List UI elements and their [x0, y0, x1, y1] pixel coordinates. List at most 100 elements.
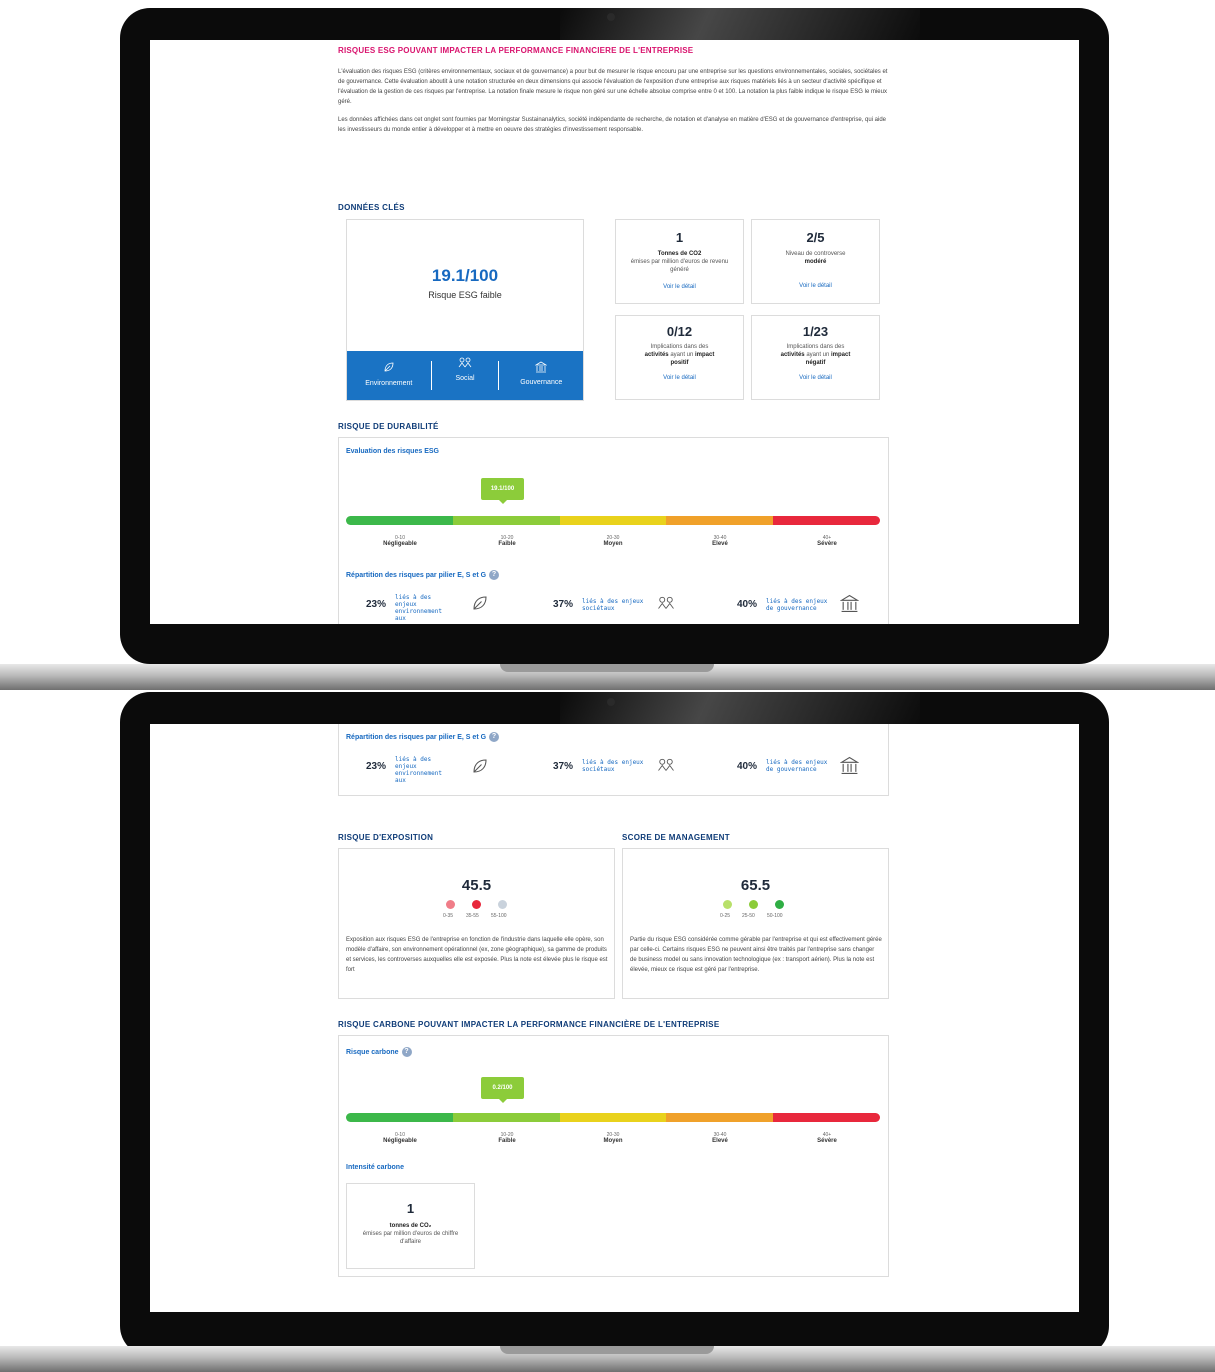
carbon-scale-label-4: 30-40 Elevé: [712, 1132, 728, 1144]
negative-impact-value: 1/23: [802, 324, 829, 339]
laptop-bottom: Répartition des risques par pilier E, S …: [0, 692, 1215, 1372]
bank-icon: [839, 756, 860, 780]
negative-bold2: impact: [831, 352, 851, 358]
camera-icon: [607, 13, 615, 21]
positive-text1: Implications dans des: [650, 344, 709, 350]
negative-text2: ayant un: [806, 352, 830, 358]
carbon-subtitle-text: Risque carbone: [346, 1048, 399, 1056]
positive-bold3: positif: [670, 360, 689, 366]
pillar-label-environment: Environnement: [365, 380, 413, 387]
pct-social-label: liés à des enjeux sociétaux: [582, 598, 644, 612]
exposure-value: 45.5: [461, 877, 492, 894]
pct-governance: 40%: [737, 599, 758, 610]
negative-impact-card: 1/23 Implications dans des activités aya…: [751, 315, 880, 400]
management-card: 65.5 0-25 25-50 50-100 Partie du risque …: [622, 848, 889, 999]
leaf-icon: [471, 594, 489, 617]
controversy-level: modéré: [804, 259, 827, 265]
pct-governance: 40%: [737, 761, 758, 772]
carbon-score-marker: 0.2/100: [481, 1077, 524, 1103]
pillar-tabs: Environnement Social Gouvernance: [347, 351, 583, 400]
laptop-notch: [500, 1346, 714, 1354]
intensity-title: Intensité carbone: [346, 1164, 404, 1171]
pillar-split-title-text: Répartition des risques par pilier E, S …: [346, 571, 487, 579]
pillar-split-title: Répartition des risques par pilier E, S …: [346, 732, 500, 742]
intensity-text: émises par million d'euros de chiffre d'…: [362, 1231, 459, 1245]
pct-environment: 23%: [366, 599, 387, 610]
scale-label-5: 40+ Sévère: [817, 535, 837, 547]
intensity-value: 1: [406, 1201, 415, 1216]
people-icon: [657, 758, 675, 778]
negative-bold1: activités: [780, 352, 805, 358]
camera-icon: [607, 698, 615, 706]
pillar-tab-social[interactable]: Social: [432, 351, 499, 400]
pct-social: 37%: [553, 599, 574, 610]
people-icon: [432, 357, 499, 371]
pct-environment: 23%: [366, 761, 387, 772]
exposure-dot-mid: [472, 900, 481, 909]
esg-score-marker: 19.1/100: [481, 478, 524, 504]
leaf-icon: [347, 361, 431, 376]
exposure-card: 45.5 0-35 35-55 55-100 Exposition aux ri…: [338, 848, 615, 999]
pct-governance-label: liés à des enjeux de gouvernance: [766, 598, 828, 612]
controversy-value: 2/5: [806, 230, 825, 245]
management-title: SCORE DE MANAGEMENT: [622, 833, 730, 842]
controversy-text: Niveau de controverse: [785, 251, 846, 257]
screen: Répartition des risques par pilier E, S …: [150, 724, 1079, 1312]
co2-text: émises par million d'euros de revenu gén…: [630, 259, 729, 273]
bank-icon: [499, 361, 583, 375]
esg-score-label: Risque ESG faible: [428, 290, 502, 300]
pillar-split-panel: Répartition des risques par pilier E, S …: [338, 724, 889, 796]
help-icon[interactable]: ?: [489, 570, 500, 580]
pillar-split-title-text: Répartition des risques par pilier E, S …: [346, 733, 487, 741]
exposure-dot-label-2: 35-55: [466, 913, 479, 919]
carbon-scale-bar: [346, 1113, 880, 1122]
pillar-split-title: Répartition des risques par pilier E, S …: [346, 570, 500, 580]
carbon-scale-label-3: 20-30 Moyen: [603, 1132, 623, 1144]
positive-detail-link[interactable]: Voir le détail: [616, 375, 743, 381]
scale-label-1: 0-10 Négligeable: [383, 535, 417, 547]
negative-text1: Implications dans des: [786, 344, 845, 350]
management-value: 65.5: [740, 877, 771, 894]
scale-label-2: 10-20 Faible: [498, 535, 516, 547]
durability-panel: Evaluation des risques ESG 19.1/100 0-10…: [338, 437, 889, 624]
pct-social-label: liés à des enjeux sociétaux: [582, 759, 644, 773]
positive-bold1: activités: [644, 352, 669, 358]
bank-icon: [839, 594, 860, 618]
exposure-dot-high: [498, 900, 507, 909]
pct-environment-label: liés à des enjeux environnement aux: [395, 594, 442, 622]
co2-detail-link[interactable]: Voir le détail: [616, 284, 743, 290]
help-icon[interactable]: ?: [489, 732, 500, 742]
esg-score-card: 19.1/100 Risque ESG faible Environnement…: [346, 219, 584, 401]
carbon-panel: Risque carbone? 0.2/100 0-10 Négligeable …: [338, 1035, 889, 1277]
negative-detail-link[interactable]: Voir le détail: [752, 375, 879, 381]
pct-governance-label: liés à des enjeux de gouvernance: [766, 759, 828, 773]
pillar-tab-environment[interactable]: Environnement: [347, 351, 431, 400]
management-dot-low: [723, 900, 732, 909]
co2-card: 1 Tonnes de CO2 émises par million d'euro…: [615, 219, 744, 304]
management-dot-high: [775, 900, 784, 909]
management-dot-label-3: 50-100: [767, 913, 783, 919]
esg-score: 19.1/100: [431, 266, 499, 285]
intensity-unit: tonnes de CO₂: [389, 1223, 432, 1229]
laptop-notch: [500, 664, 714, 672]
carbon-subtitle: Risque carbone?: [346, 1047, 412, 1057]
carbon-title: RISQUE CARBONE POUVANT IMPACTER LA PERFO…: [338, 1020, 720, 1029]
management-dot-label-1: 0-25: [720, 913, 731, 919]
risk-scale-bar: [346, 516, 880, 525]
management-dot-label-2: 25-50: [742, 913, 755, 919]
pillar-tab-governance[interactable]: Gouvernance: [499, 351, 583, 400]
exposure-title: RISQUE D'EXPOSITION: [338, 833, 434, 842]
positive-text2: ayant un: [670, 352, 694, 358]
controversy-detail-link[interactable]: Voir le détail: [752, 283, 879, 289]
positive-impact-card: 0/12 Implications dans des activités aya…: [615, 315, 744, 400]
intro-paragraph: L'évaluation des risques ESG (critères e…: [338, 69, 888, 105]
co2-unit: Tonnes de CO2: [657, 251, 702, 257]
negative-bold3: négatif: [805, 360, 826, 366]
help-icon[interactable]: ?: [401, 1047, 412, 1057]
exposure-dot-low: [446, 900, 455, 909]
pct-social: 37%: [553, 761, 574, 772]
eval-title: Evaluation des risques ESG: [346, 448, 439, 455]
exposure-dot-label-3: 55-100: [491, 913, 507, 919]
section-title-esg: RISQUES ESG POUVANT IMPACTER LA PERFORMA…: [338, 46, 694, 55]
screen: RISQUES ESG POUVANT IMPACTER LA PERFORMA…: [150, 40, 1079, 624]
